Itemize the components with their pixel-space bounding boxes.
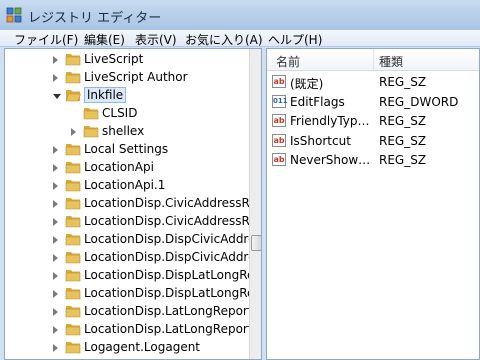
window-title: レジストリ エディター bbox=[28, 11, 162, 26]
tree-node-label: LocationApi.1 bbox=[84, 178, 166, 192]
value-row[interactable]: 011 EditFlags REG_DWORD bbox=[267, 93, 479, 112]
tree-node-label: LocationDisp.DispCivicAddressR bbox=[84, 232, 262, 246]
folder-icon bbox=[65, 252, 81, 264]
value-type: REG_SZ bbox=[379, 75, 427, 89]
registry-editor-icon bbox=[6, 7, 22, 23]
title-bar[interactable]: レジストリ エディター bbox=[0, 0, 480, 30]
value-name: NeverShowExt bbox=[290, 153, 374, 167]
folder-icon bbox=[83, 126, 99, 138]
tree-node-label: LocationDisp.CivicAddressRepor bbox=[84, 214, 262, 228]
expand-arrow-icon[interactable] bbox=[53, 272, 58, 280]
folder-icon bbox=[65, 162, 81, 174]
column-header-name[interactable]: 名前 bbox=[276, 53, 300, 70]
expand-arrow-icon[interactable] bbox=[53, 164, 58, 172]
folder-icon bbox=[65, 216, 81, 228]
value-row[interactable]: ab NeverShowExt REG_SZ bbox=[267, 151, 479, 170]
folder-icon bbox=[65, 234, 81, 246]
folder-icon bbox=[65, 180, 81, 192]
tree-node-label: lnkfile bbox=[84, 87, 127, 103]
tree-node-label: LocationApi bbox=[84, 160, 154, 174]
expand-arrow-icon[interactable] bbox=[53, 308, 58, 316]
list-header: 名前 種類 bbox=[267, 49, 479, 71]
folder-icon bbox=[65, 288, 81, 300]
expand-arrow-icon[interactable] bbox=[53, 74, 58, 82]
folder-icon bbox=[65, 270, 81, 282]
folder-icon bbox=[65, 342, 81, 354]
value-type: REG_DWORD bbox=[379, 94, 459, 109]
value-row[interactable]: ab FriendlyTypeN... REG_SZ bbox=[267, 112, 479, 131]
collapse-arrow-icon[interactable] bbox=[53, 94, 61, 99]
tree-node-label: Logagent.Logagent bbox=[84, 340, 201, 354]
folder-icon bbox=[65, 306, 81, 318]
expand-arrow-icon[interactable] bbox=[53, 326, 58, 334]
column-divider[interactable] bbox=[373, 49, 374, 71]
tree-node-label: LiveScript bbox=[84, 52, 144, 66]
expand-arrow-icon[interactable] bbox=[53, 218, 58, 226]
expand-arrow-icon[interactable] bbox=[53, 56, 58, 64]
folder-icon bbox=[65, 90, 81, 102]
value-type: REG_SZ bbox=[379, 153, 427, 167]
tree-node-label: LocationDisp.LatLongReportFac bbox=[84, 304, 262, 318]
tree-node-label: LocationDisp.DispLatLongRepor bbox=[84, 286, 262, 300]
string-value-icon: ab bbox=[272, 114, 286, 127]
registry-editor-window: レジストリ エディター ファイル(F) 編集(E) 表示(V) お気に入り(A)… bbox=[0, 0, 480, 360]
expand-arrow-icon[interactable] bbox=[53, 146, 58, 154]
key-tree-pane[interactable]: LiveScript LiveScript Author lnkfile CLSID s… bbox=[4, 48, 262, 360]
menu-view[interactable]: 表示(V) bbox=[135, 31, 177, 48]
value-type: REG_SZ bbox=[379, 133, 427, 148]
folder-icon bbox=[65, 144, 81, 156]
value-row[interactable]: ab (既定) REG_SZ bbox=[267, 73, 479, 92]
value-name: IsShortcut bbox=[290, 133, 351, 148]
menu-file[interactable]: ファイル(F) bbox=[14, 31, 78, 48]
binary-value-icon: 011 bbox=[272, 94, 288, 108]
string-value-icon: ab bbox=[272, 153, 286, 166]
folder-icon bbox=[65, 324, 81, 336]
expand-arrow-icon[interactable] bbox=[53, 254, 58, 262]
tree-scrollbar[interactable] bbox=[249, 49, 261, 359]
value-name: (既定) bbox=[290, 77, 324, 91]
expand-arrow-icon[interactable] bbox=[71, 128, 76, 136]
expand-arrow-icon[interactable] bbox=[53, 182, 58, 190]
tree-node-label: LocationDisp.LatLongReportFac bbox=[84, 322, 262, 336]
value-row[interactable]: ab IsShortcut REG_SZ bbox=[267, 132, 479, 151]
tree-node-label: Local Settings bbox=[84, 142, 169, 156]
expand-arrow-icon[interactable] bbox=[53, 290, 58, 298]
menu-help[interactable]: ヘルプ(H) bbox=[268, 31, 322, 48]
tree-scrollbar-thumb[interactable] bbox=[251, 235, 261, 251]
value-name: EditFlags bbox=[290, 94, 345, 109]
tree-node-label: LocationDisp.CivicAddressRepor bbox=[84, 196, 262, 210]
tree-node-label: LocationDisp.DispLatLongRepor bbox=[84, 268, 262, 282]
value-type: REG_SZ bbox=[379, 114, 427, 128]
string-value-icon: ab bbox=[272, 75, 286, 88]
string-value-icon: ab bbox=[272, 133, 286, 147]
folder-icon bbox=[65, 54, 81, 66]
expand-arrow-icon[interactable] bbox=[53, 200, 58, 208]
tree-node-label: LiveScript Author bbox=[84, 70, 188, 84]
tree-node-label: LocationDisp.DispCivicAddressR bbox=[84, 250, 262, 264]
expand-arrow-icon[interactable] bbox=[53, 236, 58, 244]
menu-edit[interactable]: 編集(E) bbox=[84, 31, 125, 48]
folder-icon bbox=[83, 108, 99, 120]
menu-favorites[interactable]: お気に入り(A) bbox=[185, 31, 263, 48]
column-header-type[interactable]: 種類 bbox=[379, 53, 403, 70]
expand-arrow-icon[interactable] bbox=[53, 344, 58, 352]
value-name: FriendlyTypeN... bbox=[290, 114, 374, 128]
value-list-pane[interactable]: 名前 種類 ab (既定) REG_SZ 011 EditFlags REG_DWORD a… bbox=[266, 48, 480, 360]
folder-icon bbox=[65, 72, 81, 84]
menu-bar: ファイル(F) 編集(E) 表示(V) お気に入り(A) ヘルプ(H) bbox=[0, 30, 480, 47]
folder-icon bbox=[65, 198, 81, 210]
tree-node-label: CLSID bbox=[102, 106, 138, 120]
tree-node-label: shellex bbox=[102, 124, 145, 138]
